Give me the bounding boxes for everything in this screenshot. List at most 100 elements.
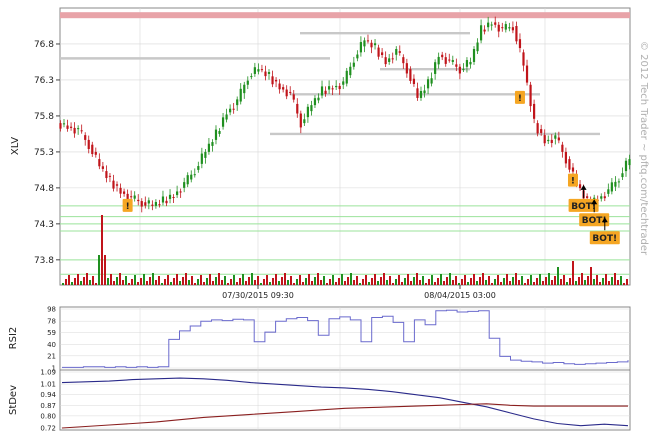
- trade-marker-label: !: [126, 202, 130, 212]
- candle-body: [571, 167, 575, 172]
- candle-body: [600, 196, 603, 199]
- rsi-y-ticks: 98785940211: [47, 306, 56, 373]
- volume-bar: [512, 277, 514, 285]
- volume-bar: [158, 276, 160, 285]
- candle-body: [285, 89, 288, 97]
- volume-bar: [92, 276, 94, 285]
- volume-bar: [125, 276, 127, 285]
- candle-body: [335, 85, 338, 88]
- candle-body: [172, 196, 175, 198]
- stdev-tick-label: 0.80: [40, 412, 56, 420]
- stdev-tick-label: 0.72: [40, 425, 56, 433]
- volume-bar: [212, 281, 214, 285]
- volume-bar: [443, 281, 445, 285]
- volume-bar: [398, 275, 400, 285]
- volume-bar: [188, 280, 190, 285]
- candle-body: [62, 123, 66, 125]
- candle-body: [547, 139, 550, 142]
- candle-body: [437, 56, 440, 65]
- volume-bar: [452, 280, 454, 285]
- volume-bar: [446, 277, 448, 285]
- volume-bar: [230, 279, 232, 285]
- candle-body: [494, 22, 497, 25]
- volume-bar: [329, 279, 331, 285]
- price-tick-label: 75.3: [34, 148, 54, 158]
- candle-body: [370, 42, 373, 48]
- candle-body: [207, 143, 211, 152]
- volume-bar: [353, 280, 355, 285]
- volume-bar: [401, 282, 403, 285]
- volume-bar: [599, 282, 601, 285]
- volume-bar: [503, 278, 505, 285]
- candle-body: [448, 59, 451, 61]
- candle-body: [356, 54, 359, 59]
- candle-body: [282, 87, 285, 90]
- volume-bar: [491, 283, 493, 285]
- candle-body: [578, 184, 582, 189]
- volume-bar: [482, 273, 484, 285]
- volume-bar: [260, 283, 262, 285]
- volume-bar: [200, 275, 202, 285]
- volume-bar: [68, 275, 70, 285]
- candle-body: [133, 195, 136, 199]
- volume-bar: [104, 255, 106, 285]
- volume-bar: [296, 279, 298, 285]
- candle-body: [384, 57, 387, 65]
- volume-bar: [146, 281, 148, 285]
- candle-body: [130, 196, 133, 198]
- volume-bar: [98, 255, 100, 285]
- candle-body: [363, 40, 366, 47]
- volume-bar: [239, 278, 241, 285]
- volume-bar: [194, 283, 196, 285]
- resistance-band: [60, 12, 630, 19]
- volume-bar: [458, 283, 460, 285]
- volume-bar: [533, 282, 535, 285]
- candle-body: [522, 52, 525, 66]
- candle-body: [197, 166, 200, 170]
- stdev-y-ticks: 1.09 1.01 0.94 0.87 0.80 0.72: [40, 369, 56, 433]
- volume-bar: [596, 275, 598, 285]
- volume-bar: [620, 276, 622, 285]
- x-tick-label: 07/30/2015 09:30: [222, 291, 294, 300]
- volume-bar: [368, 282, 370, 285]
- candle-body: [105, 171, 108, 179]
- volume-bar: [467, 282, 469, 285]
- candle-body: [501, 27, 504, 29]
- volume-bar: [569, 278, 571, 285]
- candle-body: [292, 94, 295, 100]
- volume-bar: [380, 277, 382, 285]
- volume-bar: [305, 278, 307, 285]
- candle-body: [94, 151, 97, 155]
- volume-bar: [332, 275, 334, 285]
- rsi-tick-label: 40: [47, 341, 56, 349]
- candle-body: [402, 57, 405, 64]
- volume-bar: [140, 278, 142, 285]
- volume-bar: [221, 280, 223, 285]
- volume-bar: [383, 273, 385, 285]
- candle-body: [508, 27, 511, 29]
- volume-bar: [413, 277, 415, 285]
- candle-body: [490, 24, 493, 26]
- candle-body: [426, 79, 430, 89]
- candle-body: [395, 49, 398, 55]
- price-axis-title: XLV: [10, 137, 21, 155]
- volume-bar: [416, 273, 418, 285]
- volume-bar: [500, 282, 502, 285]
- candle-body: [122, 191, 126, 194]
- volume-bar: [473, 274, 475, 285]
- candle-body: [108, 175, 112, 177]
- volume-bar: [161, 283, 163, 285]
- volume-bar: [311, 281, 313, 285]
- candle-body: [264, 71, 267, 77]
- candle-body: [529, 84, 532, 107]
- volume-bar: [203, 282, 205, 285]
- volume-bar: [602, 278, 604, 285]
- rsi-axis-title: RSI2: [8, 327, 19, 350]
- candle-body: [444, 57, 447, 64]
- candle-body: [87, 139, 90, 150]
- candle-body: [388, 58, 391, 62]
- candle-body: [607, 189, 610, 194]
- candle-body: [310, 105, 313, 112]
- candle-body: [405, 63, 408, 74]
- volume-bar: [626, 279, 628, 285]
